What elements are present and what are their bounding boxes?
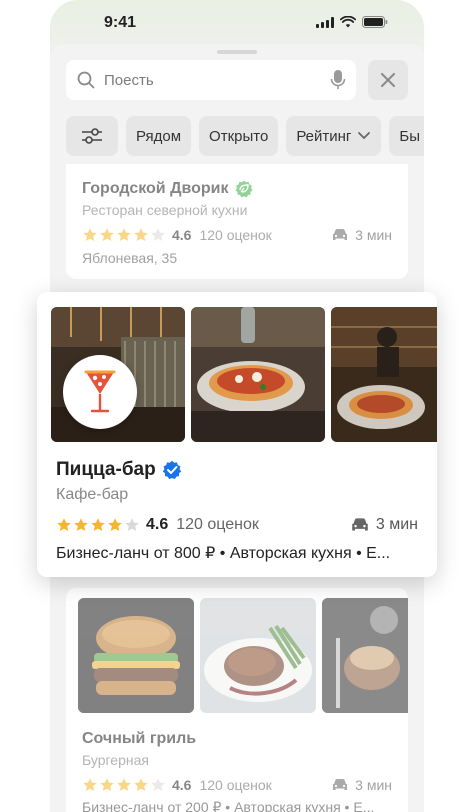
star-filled-icon bbox=[57, 518, 71, 531]
filter-sliders-icon bbox=[82, 128, 102, 144]
drive-time: 3 мин bbox=[331, 227, 392, 243]
search-icon bbox=[77, 71, 95, 89]
place-title: Городской Дворик bbox=[82, 180, 253, 198]
chip-rating[interactable]: Рейтинг bbox=[286, 116, 382, 156]
star-filled-icon bbox=[91, 518, 105, 531]
drive-time-text: 3 мин bbox=[355, 227, 392, 243]
search-placeholder: Поесть bbox=[104, 72, 154, 89]
place-category: Бургерная bbox=[82, 752, 149, 768]
filters-button[interactable] bbox=[66, 116, 118, 156]
drive-time-text: 3 мин bbox=[375, 516, 418, 533]
star-filled-icon bbox=[117, 228, 131, 241]
brand-logo bbox=[63, 355, 137, 429]
filter-chips: Рядом Открыто Рейтинг Бы bbox=[66, 116, 424, 156]
burger-photo[interactable] bbox=[78, 598, 194, 713]
search-input[interactable]: Поесть bbox=[66, 60, 356, 100]
star-rating bbox=[56, 517, 140, 533]
place-card[interactable]: Городской Дворик Ресторан северной кухни… bbox=[66, 164, 408, 279]
chevron-down-icon bbox=[358, 132, 371, 140]
place-name: Сочный гриль bbox=[82, 730, 197, 747]
status-time: 9:41 bbox=[104, 14, 137, 31]
wifi-icon bbox=[340, 16, 356, 28]
interior-photo[interactable] bbox=[51, 307, 185, 442]
sheet-grabber[interactable] bbox=[217, 50, 257, 54]
place-name: Городской Дворик bbox=[82, 180, 229, 197]
place-card[interactable]: Сочный гриль Бургерная 4.6 120 оценок 3 … bbox=[66, 588, 408, 812]
rating-count: 120 оценок bbox=[199, 227, 272, 243]
star-filled-icon bbox=[83, 228, 97, 241]
bar-photo[interactable] bbox=[331, 307, 437, 442]
chip-more[interactable]: Бы bbox=[389, 116, 424, 156]
close-button[interactable] bbox=[368, 60, 408, 100]
photo-gallery[interactable] bbox=[51, 307, 437, 442]
place-title: Пицца-бар bbox=[56, 459, 182, 481]
place-name: Пицца-бар bbox=[56, 459, 156, 480]
drive-time-text: 3 мин bbox=[355, 777, 392, 793]
star-empty-icon bbox=[151, 778, 165, 791]
drive-time: 3 мин bbox=[331, 777, 392, 793]
pizza-image bbox=[191, 307, 325, 442]
food-image bbox=[322, 598, 408, 713]
star-rating bbox=[82, 227, 166, 243]
burger-image bbox=[78, 598, 194, 713]
status-icons bbox=[316, 16, 388, 28]
rating-count: 120 оценок bbox=[199, 777, 272, 793]
rating-value: 4.6 bbox=[146, 516, 169, 533]
chip-open[interactable]: Открыто bbox=[199, 116, 279, 156]
star-filled-icon bbox=[100, 778, 114, 791]
chip-rating-label: Рейтинг bbox=[296, 127, 352, 145]
pizza-photo[interactable] bbox=[191, 307, 325, 442]
car-icon bbox=[333, 229, 348, 240]
drive-time: 3 мин bbox=[350, 516, 418, 534]
chip-nearby[interactable]: Рядом bbox=[126, 116, 192, 156]
star-filled-icon bbox=[134, 228, 148, 241]
place-features: Бизнес-ланч от 200 ₽ • Авторская кухня •… bbox=[82, 799, 375, 812]
rating-count: 120 оценок bbox=[176, 516, 259, 533]
car-icon bbox=[352, 518, 368, 531]
food-photo[interactable] bbox=[322, 598, 408, 713]
verified-badge-icon bbox=[162, 460, 181, 479]
star-empty-icon bbox=[125, 518, 139, 531]
star-filled-icon bbox=[117, 778, 131, 791]
star-filled-icon bbox=[74, 518, 88, 531]
car-icon bbox=[333, 779, 348, 790]
close-icon bbox=[381, 73, 395, 87]
steak-photo[interactable] bbox=[200, 598, 316, 713]
place-category: Ресторан северной кухни bbox=[82, 202, 248, 218]
rating-value: 4.6 bbox=[172, 777, 192, 793]
place-features: Бизнес-ланч от 800 ₽ • Авторская кухня •… bbox=[56, 545, 391, 562]
star-empty-icon bbox=[151, 228, 165, 241]
steak-image bbox=[200, 598, 316, 713]
photo-gallery[interactable] bbox=[78, 598, 408, 713]
star-filled-icon bbox=[108, 518, 122, 531]
microphone-icon[interactable] bbox=[330, 69, 346, 91]
status-bar: 9:41 bbox=[50, 0, 424, 44]
cellular-signal-icon bbox=[316, 16, 334, 28]
rating-row: 4.6 120 оценок 3 мин bbox=[82, 777, 392, 793]
place-address: Яблоневая, 35 bbox=[82, 250, 178, 266]
place-category: Кафе-бар bbox=[56, 486, 129, 503]
rating-row: 4.6 120 оценок 3 мин bbox=[56, 516, 418, 534]
star-rating bbox=[82, 777, 166, 793]
featured-place-card[interactable]: Пицца-бар Кафе-бар 4.6 120 оценок 3 мин … bbox=[37, 292, 437, 577]
eco-badge-icon bbox=[235, 180, 252, 198]
bar-image bbox=[331, 307, 437, 442]
pizza-cocktail-logo-icon bbox=[84, 370, 116, 413]
star-filled-icon bbox=[83, 778, 97, 791]
battery-icon bbox=[362, 16, 388, 28]
rating-row: 4.6 120 оценок 3 мин bbox=[82, 227, 392, 243]
rating-value: 4.6 bbox=[172, 227, 192, 243]
star-filled-icon bbox=[100, 228, 114, 241]
star-filled-icon bbox=[134, 778, 148, 791]
